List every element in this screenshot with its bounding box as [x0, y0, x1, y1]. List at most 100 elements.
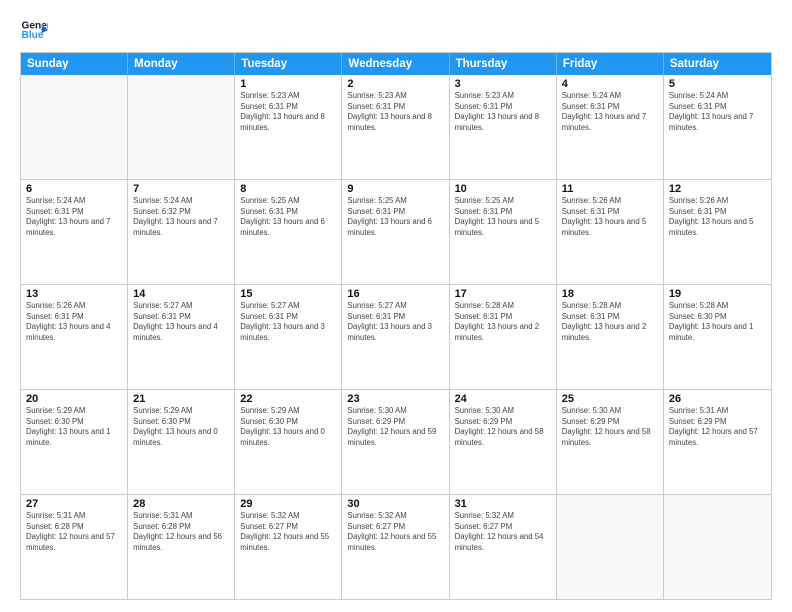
day-number: 9 — [347, 183, 443, 195]
day-info: Sunrise: 5:28 AM Sunset: 6:31 PM Dayligh… — [562, 301, 658, 343]
calendar-header: SundayMondayTuesdayWednesdayThursdayFrid… — [21, 53, 771, 75]
day-info: Sunrise: 5:30 AM Sunset: 6:29 PM Dayligh… — [347, 406, 443, 448]
day-number: 21 — [133, 393, 229, 405]
day-cell-16: 16Sunrise: 5:27 AM Sunset: 6:31 PM Dayli… — [342, 285, 449, 389]
day-number: 22 — [240, 393, 336, 405]
day-number: 29 — [240, 498, 336, 510]
weekday-header-tuesday: Tuesday — [235, 53, 342, 75]
day-info: Sunrise: 5:28 AM Sunset: 6:30 PM Dayligh… — [669, 301, 766, 343]
day-info: Sunrise: 5:31 AM Sunset: 6:28 PM Dayligh… — [133, 511, 229, 553]
day-cell-18: 18Sunrise: 5:28 AM Sunset: 6:31 PM Dayli… — [557, 285, 664, 389]
day-info: Sunrise: 5:32 AM Sunset: 6:27 PM Dayligh… — [347, 511, 443, 553]
day-number: 11 — [562, 183, 658, 195]
day-number: 12 — [669, 183, 766, 195]
day-info: Sunrise: 5:30 AM Sunset: 6:29 PM Dayligh… — [455, 406, 551, 448]
day-info: Sunrise: 5:32 AM Sunset: 6:27 PM Dayligh… — [240, 511, 336, 553]
day-cell-6: 6Sunrise: 5:24 AM Sunset: 6:31 PM Daylig… — [21, 180, 128, 284]
day-cell-26: 26Sunrise: 5:31 AM Sunset: 6:29 PM Dayli… — [664, 390, 771, 494]
day-number: 5 — [669, 78, 766, 90]
day-number: 8 — [240, 183, 336, 195]
day-cell-21: 21Sunrise: 5:29 AM Sunset: 6:30 PM Dayli… — [128, 390, 235, 494]
day-number: 26 — [669, 393, 766, 405]
calendar: SundayMondayTuesdayWednesdayThursdayFrid… — [20, 52, 772, 600]
day-number: 15 — [240, 288, 336, 300]
day-info: Sunrise: 5:23 AM Sunset: 6:31 PM Dayligh… — [347, 91, 443, 133]
day-cell-15: 15Sunrise: 5:27 AM Sunset: 6:31 PM Dayli… — [235, 285, 342, 389]
day-cell-29: 29Sunrise: 5:32 AM Sunset: 6:27 PM Dayli… — [235, 495, 342, 599]
day-cell-14: 14Sunrise: 5:27 AM Sunset: 6:31 PM Dayli… — [128, 285, 235, 389]
day-number: 4 — [562, 78, 658, 90]
day-number: 10 — [455, 183, 551, 195]
day-cell-2: 2Sunrise: 5:23 AM Sunset: 6:31 PM Daylig… — [342, 75, 449, 179]
day-cell-31: 31Sunrise: 5:32 AM Sunset: 6:27 PM Dayli… — [450, 495, 557, 599]
day-cell-3: 3Sunrise: 5:23 AM Sunset: 6:31 PM Daylig… — [450, 75, 557, 179]
day-number: 24 — [455, 393, 551, 405]
weekday-header-monday: Monday — [128, 53, 235, 75]
day-number: 3 — [455, 78, 551, 90]
day-number: 31 — [455, 498, 551, 510]
day-number: 25 — [562, 393, 658, 405]
day-number: 20 — [26, 393, 122, 405]
day-number: 30 — [347, 498, 443, 510]
day-number: 27 — [26, 498, 122, 510]
day-info: Sunrise: 5:23 AM Sunset: 6:31 PM Dayligh… — [455, 91, 551, 133]
day-cell-23: 23Sunrise: 5:30 AM Sunset: 6:29 PM Dayli… — [342, 390, 449, 494]
empty-cell — [21, 75, 128, 179]
day-cell-30: 30Sunrise: 5:32 AM Sunset: 6:27 PM Dayli… — [342, 495, 449, 599]
day-info: Sunrise: 5:23 AM Sunset: 6:31 PM Dayligh… — [240, 91, 336, 133]
day-info: Sunrise: 5:31 AM Sunset: 6:28 PM Dayligh… — [26, 511, 122, 553]
day-info: Sunrise: 5:27 AM Sunset: 6:31 PM Dayligh… — [240, 301, 336, 343]
day-cell-13: 13Sunrise: 5:26 AM Sunset: 6:31 PM Dayli… — [21, 285, 128, 389]
day-cell-24: 24Sunrise: 5:30 AM Sunset: 6:29 PM Dayli… — [450, 390, 557, 494]
day-number: 14 — [133, 288, 229, 300]
empty-cell — [128, 75, 235, 179]
day-info: Sunrise: 5:29 AM Sunset: 6:30 PM Dayligh… — [133, 406, 229, 448]
day-number: 17 — [455, 288, 551, 300]
day-info: Sunrise: 5:25 AM Sunset: 6:31 PM Dayligh… — [240, 196, 336, 238]
day-info: Sunrise: 5:29 AM Sunset: 6:30 PM Dayligh… — [26, 406, 122, 448]
day-number: 1 — [240, 78, 336, 90]
day-info: Sunrise: 5:29 AM Sunset: 6:30 PM Dayligh… — [240, 406, 336, 448]
day-number: 6 — [26, 183, 122, 195]
day-cell-17: 17Sunrise: 5:28 AM Sunset: 6:31 PM Dayli… — [450, 285, 557, 389]
calendar-row-3: 13Sunrise: 5:26 AM Sunset: 6:31 PM Dayli… — [21, 284, 771, 389]
day-number: 7 — [133, 183, 229, 195]
day-cell-9: 9Sunrise: 5:25 AM Sunset: 6:31 PM Daylig… — [342, 180, 449, 284]
calendar-body: 1Sunrise: 5:23 AM Sunset: 6:31 PM Daylig… — [21, 75, 771, 599]
day-info: Sunrise: 5:32 AM Sunset: 6:27 PM Dayligh… — [455, 511, 551, 553]
day-number: 18 — [562, 288, 658, 300]
logo: General Blue — [20, 16, 52, 44]
calendar-row-1: 1Sunrise: 5:23 AM Sunset: 6:31 PM Daylig… — [21, 75, 771, 179]
day-info: Sunrise: 5:26 AM Sunset: 6:31 PM Dayligh… — [26, 301, 122, 343]
empty-cell — [557, 495, 664, 599]
weekday-header-wednesday: Wednesday — [342, 53, 449, 75]
day-cell-4: 4Sunrise: 5:24 AM Sunset: 6:31 PM Daylig… — [557, 75, 664, 179]
weekday-header-sunday: Sunday — [21, 53, 128, 75]
day-number: 16 — [347, 288, 443, 300]
day-number: 2 — [347, 78, 443, 90]
day-number: 28 — [133, 498, 229, 510]
calendar-row-4: 20Sunrise: 5:29 AM Sunset: 6:30 PM Dayli… — [21, 389, 771, 494]
day-info: Sunrise: 5:27 AM Sunset: 6:31 PM Dayligh… — [133, 301, 229, 343]
day-cell-28: 28Sunrise: 5:31 AM Sunset: 6:28 PM Dayli… — [128, 495, 235, 599]
calendar-row-5: 27Sunrise: 5:31 AM Sunset: 6:28 PM Dayli… — [21, 494, 771, 599]
day-info: Sunrise: 5:26 AM Sunset: 6:31 PM Dayligh… — [669, 196, 766, 238]
header: General Blue — [20, 16, 772, 44]
day-cell-7: 7Sunrise: 5:24 AM Sunset: 6:32 PM Daylig… — [128, 180, 235, 284]
day-cell-20: 20Sunrise: 5:29 AM Sunset: 6:30 PM Dayli… — [21, 390, 128, 494]
day-info: Sunrise: 5:24 AM Sunset: 6:31 PM Dayligh… — [562, 91, 658, 133]
day-info: Sunrise: 5:24 AM Sunset: 6:31 PM Dayligh… — [26, 196, 122, 238]
day-info: Sunrise: 5:27 AM Sunset: 6:31 PM Dayligh… — [347, 301, 443, 343]
day-info: Sunrise: 5:26 AM Sunset: 6:31 PM Dayligh… — [562, 196, 658, 238]
day-cell-11: 11Sunrise: 5:26 AM Sunset: 6:31 PM Dayli… — [557, 180, 664, 284]
day-info: Sunrise: 5:24 AM Sunset: 6:32 PM Dayligh… — [133, 196, 229, 238]
day-cell-10: 10Sunrise: 5:25 AM Sunset: 6:31 PM Dayli… — [450, 180, 557, 284]
day-info: Sunrise: 5:24 AM Sunset: 6:31 PM Dayligh… — [669, 91, 766, 133]
weekday-header-saturday: Saturday — [664, 53, 771, 75]
page: General Blue SundayMondayTuesdayWednesda… — [0, 0, 792, 612]
day-cell-27: 27Sunrise: 5:31 AM Sunset: 6:28 PM Dayli… — [21, 495, 128, 599]
day-number: 19 — [669, 288, 766, 300]
day-cell-1: 1Sunrise: 5:23 AM Sunset: 6:31 PM Daylig… — [235, 75, 342, 179]
day-info: Sunrise: 5:28 AM Sunset: 6:31 PM Dayligh… — [455, 301, 551, 343]
day-cell-25: 25Sunrise: 5:30 AM Sunset: 6:29 PM Dayli… — [557, 390, 664, 494]
